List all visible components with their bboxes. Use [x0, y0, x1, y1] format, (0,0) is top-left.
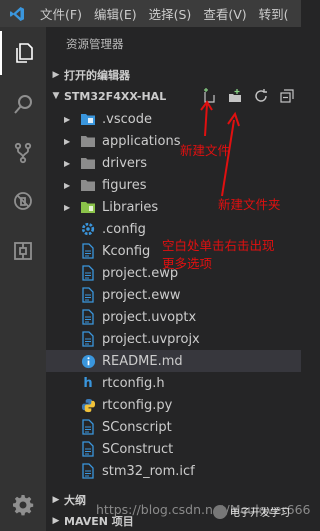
annotation-right-click-line2: 更多选项: [162, 256, 213, 271]
wechat-icon: [213, 504, 227, 519]
watermark-brand-label: 电子开发学习: [230, 508, 290, 519]
annotation-arrows: [200, 100, 240, 197]
annotation-new-file: 新建文件: [180, 143, 231, 158]
watermark-brand: 电子开发学习: [213, 504, 290, 519]
chevron-right-icon: ▶: [52, 516, 60, 526]
chevron-right-icon: ▶: [52, 495, 60, 505]
annotation-right-click-line1: 空白处单击右击出现: [162, 238, 275, 253]
annotation-new-folder: 新建文件夹: [218, 197, 281, 212]
outline-label: 大纲: [64, 494, 86, 507]
